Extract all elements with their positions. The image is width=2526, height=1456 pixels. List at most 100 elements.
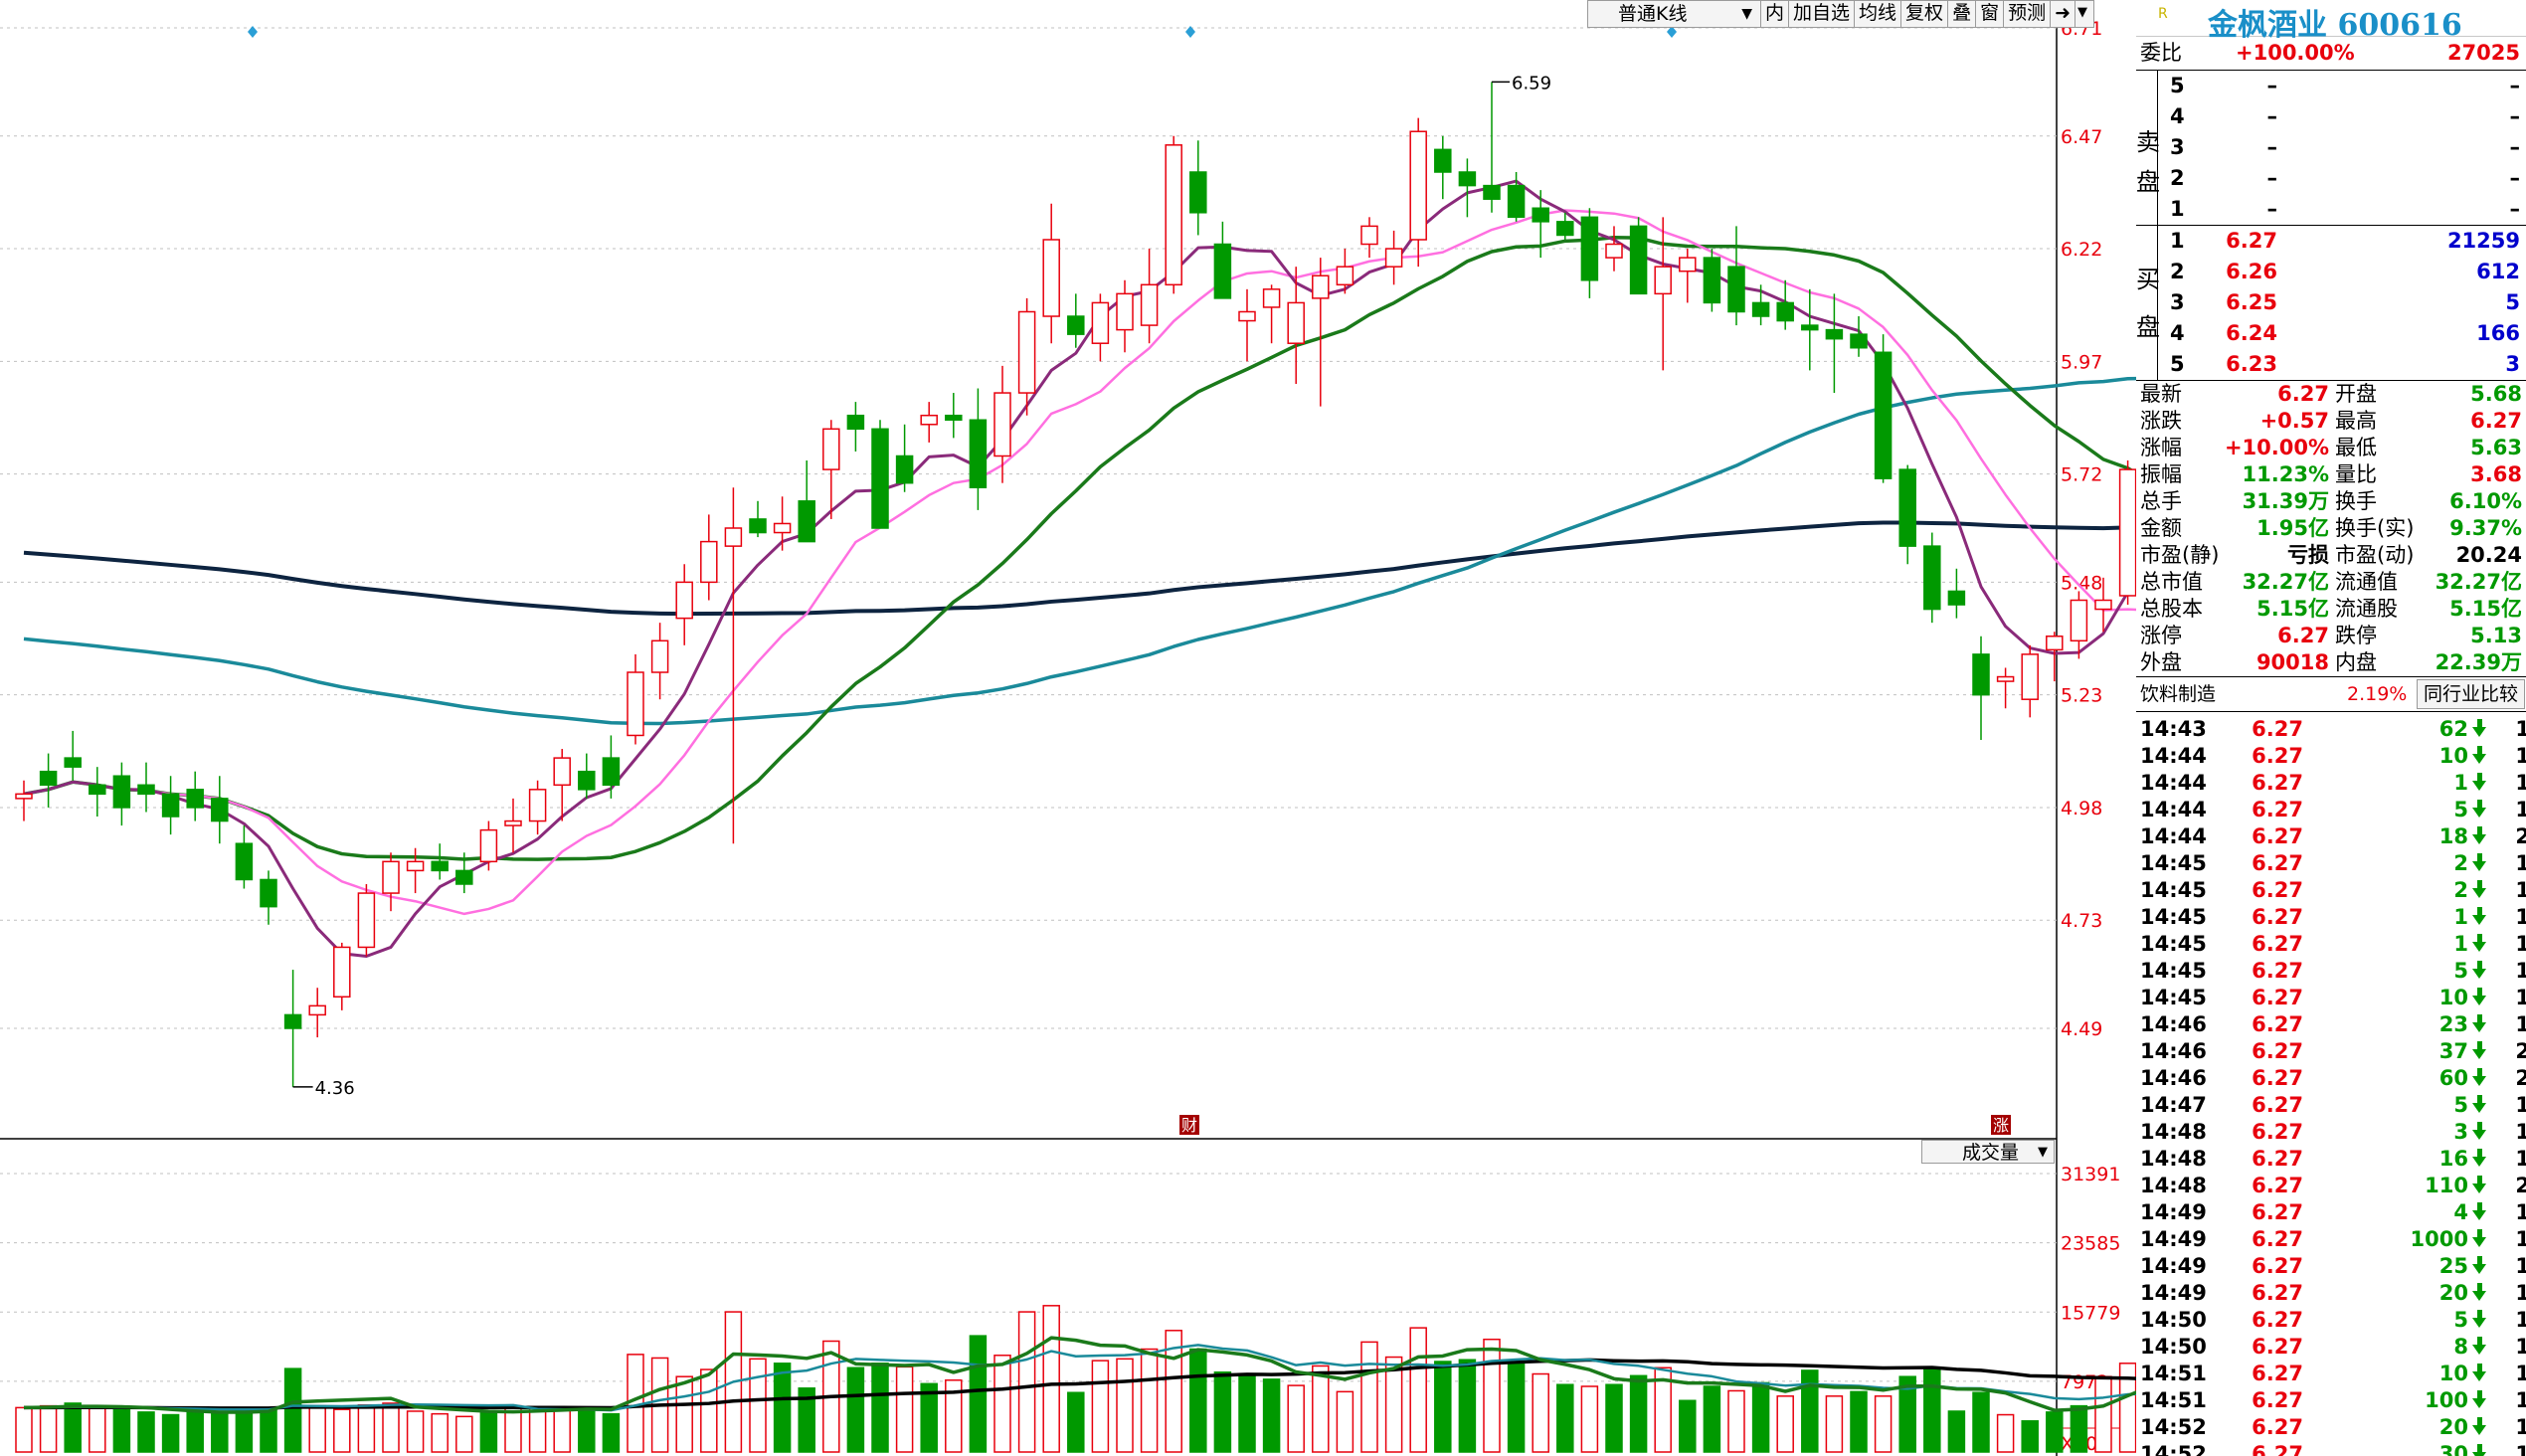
quote-value: +0.57 <box>2259 409 2329 433</box>
level-price: 6.27 <box>2226 229 2277 253</box>
trade-count: 1 <box>2515 905 2526 929</box>
sell-level-row[interactable]: 1 – – <box>2136 194 2526 225</box>
trade-volume: 23 <box>2438 1012 2468 1036</box>
buy-level-row[interactable]: 2 6.26 612 <box>2136 257 2526 287</box>
candle-down <box>1580 216 1599 281</box>
trade-time: 14:45 <box>2140 878 2207 902</box>
quote-value: 6.27 <box>2470 409 2522 433</box>
trade-row: 14:49 6.27 20 1 <box>2136 1280 2526 1307</box>
buy-level-row[interactable]: 5 6.23 3 <box>2136 349 2526 380</box>
toolbar-button-overlay[interactable]: 叠 <box>1947 1 1975 27</box>
buy-level-row[interactable]: 3 6.25 5 <box>2136 287 2526 318</box>
volume-bar-down <box>211 1412 229 1453</box>
trade-row: 14:52 6.27 20 1 <box>2136 1414 2526 1441</box>
level-number: 5 <box>2170 74 2185 97</box>
trade-volume: 5 <box>2453 1093 2468 1117</box>
trade-price: 6.27 <box>2252 1039 2303 1063</box>
industry-compare-button[interactable]: 同行业比较 <box>2417 679 2526 709</box>
trade-volume: 16 <box>2438 1147 2468 1171</box>
trade-count: 1 <box>2515 1147 2526 1171</box>
chevron-down-icon: ▼ <box>2038 1145 2048 1160</box>
candle-down <box>1067 315 1085 335</box>
trade-row: 14:44 6.27 10 1 <box>2136 743 2526 770</box>
quote-label: 跌停 <box>2335 624 2377 647</box>
sell-level-row[interactable]: 3 – – <box>2136 132 2526 163</box>
arrow-down-icon <box>2472 1417 2486 1435</box>
toolbar-button-predict[interactable]: 预测 <box>2003 1 2050 27</box>
candle-up <box>675 581 693 620</box>
level-volume: – <box>2509 104 2521 128</box>
trades-list[interactable]: 14:43 6.27 62 1 14:44 6.27 10 1 14:44 6.27 1 1 14:44… <box>2136 712 2526 1456</box>
trade-count: 1 <box>2515 1335 2526 1359</box>
level-number: 2 <box>2170 166 2185 190</box>
volume-bar-down <box>1605 1383 1623 1453</box>
arrow-down-icon <box>2472 934 2486 952</box>
level-volume: – <box>2509 197 2521 221</box>
trade-volume: 10 <box>2438 986 2468 1009</box>
buy-level-row[interactable]: 1 6.27 21259 <box>2136 226 2526 257</box>
chart-toolbar: 普通K线 ▼ 内 加自选 均线 复权 叠 窗 预测 ➜ ▼ <box>1587 0 2095 28</box>
kline-type-select[interactable]: 普通K线 ▼ <box>1588 1 1760 27</box>
trade-row: 14:46 6.27 60 2 <box>2136 1065 2526 1092</box>
arrow-down-icon <box>2472 1310 2486 1328</box>
arrow-down-icon <box>2472 1068 2486 1086</box>
price-tick-label: 5.97 <box>2061 351 2102 373</box>
volume-bar-up <box>1140 1348 1159 1453</box>
quote-value: 5.13 <box>2470 624 2522 647</box>
volume-bar-down <box>235 1408 254 1453</box>
candle-down <box>1898 468 1916 547</box>
toolbar-button-ma[interactable]: 均线 <box>1854 1 1900 27</box>
arrow-down-icon <box>2472 988 2486 1005</box>
candle-down <box>1556 221 1574 237</box>
quote-row: 金额 1.95亿 换手(实) 9.37% <box>2136 515 2526 542</box>
trade-time: 14:49 <box>2140 1200 2207 1224</box>
trade-count: 1 <box>2515 986 2526 1009</box>
candle-up <box>627 671 644 737</box>
trade-price: 6.27 <box>2252 771 2303 795</box>
candle-up <box>2070 599 2088 642</box>
level-price: 6.26 <box>2226 260 2277 283</box>
export-icon[interactable]: ➜ <box>2050 1 2075 27</box>
industry-row: 饮料制造 2.19% 同行业比较 <box>2136 677 2526 712</box>
toolbar-button-window[interactable]: 窗 <box>1975 1 2003 27</box>
candle-up <box>650 639 669 673</box>
candle-down <box>1923 545 1941 611</box>
arrow-down-icon <box>2472 907 2486 925</box>
volume-bar-up <box>15 1406 33 1453</box>
volume-bar-up <box>1409 1327 1427 1453</box>
quote-label: 总市值 <box>2140 570 2203 594</box>
quote-value: 6.27 <box>2277 624 2329 647</box>
kline-chart[interactable]: 6.716.476.225.975.725.485.234.984.734.49… <box>0 0 2136 1456</box>
arrow-down-icon <box>2472 853 2486 871</box>
candle-down <box>1874 351 1893 479</box>
trade-time: 14:45 <box>2140 932 2207 956</box>
sell-level-row[interactable]: 2 – – <box>2136 163 2526 194</box>
ma60-line <box>23 376 2136 726</box>
level-number: 5 <box>2170 352 2185 376</box>
volume-bar-down <box>1262 1378 1281 1453</box>
sell-level-row[interactable]: 5 – – <box>2136 71 2526 101</box>
quote-value: 1.95亿 <box>2256 516 2329 540</box>
trade-time: 14:47 <box>2140 1093 2207 1117</box>
level-number: 2 <box>2170 260 2185 283</box>
level-price: – <box>2266 197 2278 221</box>
trade-volume: 2 <box>2453 878 2468 902</box>
trade-volume: 30 <box>2438 1442 2468 1456</box>
candle-up <box>1165 144 1182 286</box>
volume-bar-up <box>1116 1358 1134 1453</box>
trade-row: 14:48 6.27 110 2 <box>2136 1173 2526 1199</box>
volume-bar-down <box>1751 1381 1770 1453</box>
trade-price: 6.27 <box>2252 1120 2303 1144</box>
trade-count: 1 <box>2515 851 2526 875</box>
level-number: 3 <box>2170 135 2185 159</box>
volume-indicator-select[interactable]: 成交量 ▼ <box>1921 1140 2055 1164</box>
more-dropdown-icon[interactable]: ▼ <box>2075 1 2093 27</box>
toolbar-button-add-watchlist[interactable]: 加自选 <box>1788 1 1854 27</box>
quote-label: 外盘 <box>2140 650 2182 674</box>
toolbar-button-nei[interactable]: 内 <box>1760 1 1788 27</box>
sell-level-row[interactable]: 4 – – <box>2136 101 2526 132</box>
buy-level-row[interactable]: 4 6.24 166 <box>2136 318 2526 349</box>
trade-count: 1 <box>2515 771 2526 795</box>
trade-price: 6.27 <box>2252 1147 2303 1171</box>
toolbar-button-adjust[interactable]: 复权 <box>1900 1 1947 27</box>
